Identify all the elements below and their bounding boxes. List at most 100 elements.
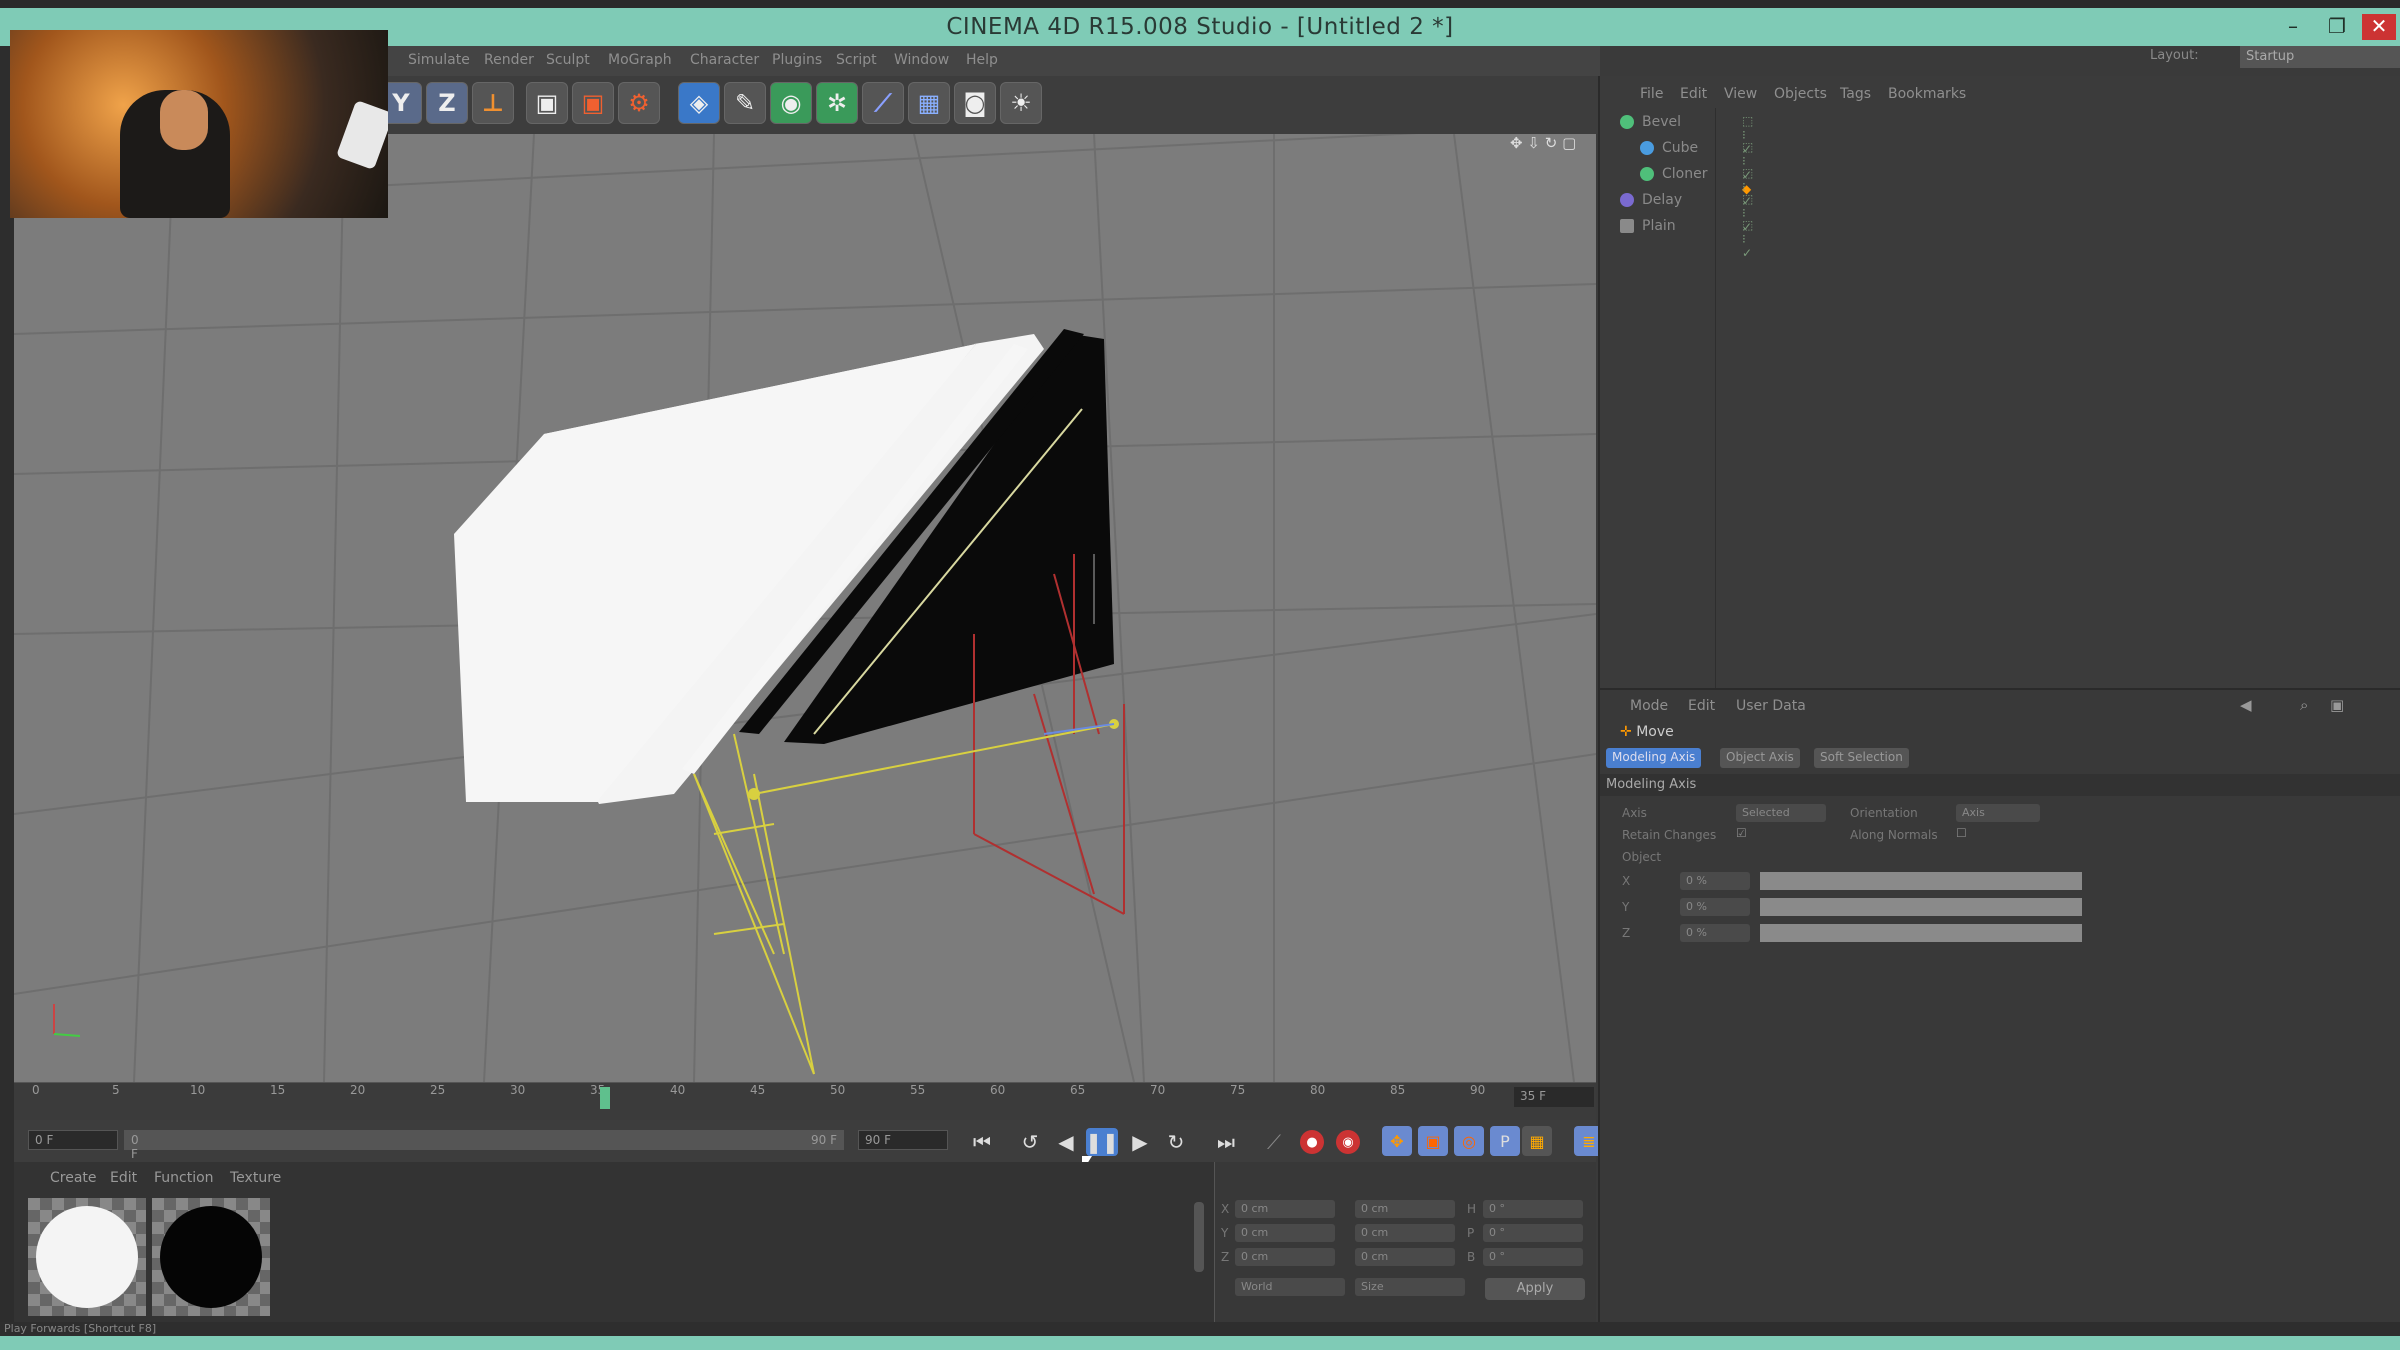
axis-z-icon[interactable]: Z <box>426 82 468 124</box>
retain-changes-checkbox[interactable]: ☑ <box>1736 826 1747 840</box>
z-slider[interactable] <box>1760 924 2082 942</box>
rot-h-field[interactable]: 0 ° <box>1483 1200 1583 1218</box>
material-scrollbar[interactable] <box>1194 1202 1204 1272</box>
z-percent-field[interactable]: 0 % <box>1680 924 1750 942</box>
y-percent-field[interactable]: 0 % <box>1680 898 1750 916</box>
maximize-view-icon[interactable]: ▢ <box>1562 134 1576 152</box>
menu-script[interactable]: Script <box>836 52 877 68</box>
3d-viewport[interactable] <box>14 134 1596 1082</box>
camera-icon[interactable]: ◙ <box>954 82 996 124</box>
object-row-cube[interactable]: Cube ⬚ ⁝ ✓ ◆ <box>1640 140 1753 196</box>
x-percent-field[interactable]: 0 % <box>1680 872 1750 890</box>
menu-sculpt[interactable]: Sculpt <box>546 52 590 68</box>
timeline-ruler[interactable]: 0 5 10 15 20 25 30 35 40 45 50 55 60 65 … <box>14 1082 1596 1120</box>
previous-frame-icon[interactable]: ◀ <box>1050 1128 1082 1156</box>
size-x-field[interactable]: 0 cm <box>1355 1200 1455 1218</box>
x-slider[interactable] <box>1760 872 2082 890</box>
size-y-field[interactable]: 0 cm <box>1355 1224 1455 1242</box>
om-menu-bookmarks[interactable]: Bookmarks <box>1888 86 1966 102</box>
object-row-cloner[interactable]: Cloner ⬚ ⁝ ✓ <box>1640 166 1753 208</box>
coord-mode-dropdown[interactable]: World <box>1235 1278 1345 1296</box>
rot-b-field[interactable]: 0 ° <box>1483 1248 1583 1266</box>
start-frame-field[interactable]: 0 F <box>28 1130 118 1150</box>
move-handle[interactable] <box>748 788 760 800</box>
array-cloner-icon[interactable]: ✲ <box>816 82 858 124</box>
attr-menu-mode[interactable]: Mode <box>1630 698 1668 714</box>
record-active-icon[interactable]: ● <box>1300 1130 1324 1154</box>
nurbs-subdivision-icon[interactable]: ◉ <box>770 82 812 124</box>
pos-y-field[interactable]: 0 cm <box>1235 1224 1335 1242</box>
orientation-dropdown[interactable]: Axis <box>1956 804 2040 822</box>
deformer-bend-icon[interactable]: ⟋ <box>862 82 904 124</box>
key-position-icon[interactable]: ✥ <box>1382 1126 1412 1156</box>
pause-button[interactable]: ❚❚ <box>1085 1128 1119 1156</box>
pos-z-field[interactable]: 0 cm <box>1235 1248 1335 1266</box>
layout-dropdown[interactable]: Startup <box>2240 46 2400 68</box>
om-menu-file[interactable]: File <box>1640 86 1663 102</box>
attr-menu-user-data[interactable]: User Data <box>1736 698 1806 714</box>
render-settings-icon[interactable]: ⚙ <box>618 82 660 124</box>
material-swatch-white[interactable] <box>28 1198 146 1316</box>
timeline-playhead[interactable] <box>600 1087 610 1109</box>
next-frame-icon[interactable]: ▶ <box>1124 1128 1156 1156</box>
next-key-icon[interactable]: ↻ <box>1160 1128 1192 1156</box>
size-mode-dropdown[interactable]: Size <box>1355 1278 1465 1296</box>
apply-button[interactable]: Apply <box>1485 1278 1585 1300</box>
tab-soft-selection[interactable]: Soft Selection <box>1814 748 1909 768</box>
attr-search-icon[interactable]: ⌕ <box>2300 696 2308 714</box>
attr-nav-back-icon[interactable]: ◀ <box>2240 696 2252 714</box>
go-to-end-icon[interactable]: ⏭ <box>1210 1128 1242 1156</box>
material-swatch-black[interactable] <box>152 1198 270 1316</box>
cube-primitive-icon[interactable]: ◈ <box>678 82 720 124</box>
scene-floor-icon[interactable]: ▦ <box>908 82 950 124</box>
key-rotation-icon[interactable]: ◎ <box>1454 1126 1484 1156</box>
current-frame-field[interactable]: 35 F <box>1514 1087 1594 1107</box>
visibility-toggles[interactable]: ⬚ ⁝ ✓ <box>1742 218 1753 260</box>
light-icon[interactable]: ☀ <box>1000 82 1042 124</box>
om-menu-objects[interactable]: Objects <box>1774 86 1827 102</box>
size-z-field[interactable]: 0 cm <box>1355 1248 1455 1266</box>
along-normals-checkbox[interactable]: ☐ <box>1956 826 1967 840</box>
mat-menu-texture[interactable]: Texture <box>230 1170 281 1186</box>
attr-lock-icon[interactable]: ▣ <box>2330 696 2344 714</box>
pan-icon[interactable]: ✥ <box>1510 134 1523 152</box>
range-max-field[interactable]: 90 F <box>804 1130 844 1150</box>
go-to-start-icon[interactable]: ⏮ <box>966 1128 998 1156</box>
rot-p-field[interactable]: 0 ° <box>1483 1224 1583 1242</box>
autokey-icon[interactable]: ◉ <box>1336 1130 1360 1154</box>
menu-mograph[interactable]: MoGraph <box>608 52 672 68</box>
axis-dropdown[interactable]: Selected <box>1736 804 1826 822</box>
menu-render[interactable]: Render <box>484 52 534 68</box>
attr-menu-edit[interactable]: Edit <box>1688 698 1715 714</box>
menu-plugins[interactable]: Plugins <box>772 52 822 68</box>
dolly-icon[interactable]: ⇩ <box>1527 134 1540 152</box>
close-button[interactable]: ✕ <box>2362 14 2396 40</box>
pos-x-field[interactable]: 0 cm <box>1235 1200 1335 1218</box>
menu-window[interactable]: Window <box>894 52 949 68</box>
mat-menu-create[interactable]: Create <box>50 1170 97 1186</box>
range-min-field[interactable]: 0 F <box>124 1130 154 1161</box>
om-menu-edit[interactable]: Edit <box>1680 86 1707 102</box>
restore-button[interactable]: ❐ <box>2320 14 2354 40</box>
menu-help[interactable]: Help <box>966 52 998 68</box>
key-pla-icon[interactable]: ▦ <box>1522 1126 1552 1156</box>
object-row-delay[interactable]: Delay ⬚ ⁝ ✓ <box>1620 192 1753 234</box>
object-row-bevel[interactable]: Bevel ⬚ ⁝ ✓ <box>1620 114 1753 156</box>
motion-record-icon[interactable]: ⟋ <box>1258 1128 1290 1156</box>
key-scale-icon[interactable]: ▣ <box>1418 1126 1448 1156</box>
om-menu-tags[interactable]: Tags <box>1840 86 1871 102</box>
object-row-plain[interactable]: Plain ⬚ ⁝ ✓ <box>1620 218 1753 260</box>
coordinate-system-icon[interactable]: ⊥ <box>472 82 514 124</box>
menu-simulate[interactable]: Simulate <box>408 52 470 68</box>
mat-menu-function[interactable]: Function <box>154 1170 214 1186</box>
tab-modeling-axis[interactable]: Modeling Axis <box>1606 748 1702 768</box>
render-view-icon[interactable]: ▣ <box>526 82 568 124</box>
minimize-button[interactable]: – <box>2276 14 2310 40</box>
previous-key-icon[interactable]: ↺ <box>1014 1128 1046 1156</box>
y-slider[interactable] <box>1760 898 2082 916</box>
menu-character[interactable]: Character <box>690 52 759 68</box>
spline-pen-icon[interactable]: ✎ <box>724 82 766 124</box>
tab-object-axis[interactable]: Object Axis <box>1720 748 1800 768</box>
mat-menu-edit[interactable]: Edit <box>110 1170 137 1186</box>
end-frame-field[interactable]: 90 F <box>858 1130 948 1150</box>
